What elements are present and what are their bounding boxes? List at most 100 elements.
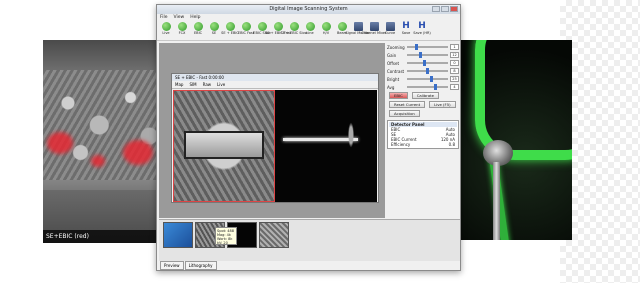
sem-texture [43, 70, 168, 180]
image-tool-raw[interactable]: Raw [203, 81, 211, 88]
slider-row: Gain 12 [387, 51, 459, 59]
slider[interactable] [407, 68, 448, 74]
control-button-acquisition[interactable]: Acquisition [389, 110, 420, 117]
control-button-reset-current[interactable]: Reset Current [389, 101, 426, 108]
slider-value[interactable]: 25 [450, 76, 459, 82]
thumbnail[interactable] [163, 222, 193, 248]
slider-handle[interactable] [429, 76, 433, 82]
toolbar-label: FCX [178, 31, 186, 35]
slider[interactable] [407, 60, 448, 66]
play-icon [161, 22, 171, 31]
slider-handle[interactable] [422, 60, 426, 66]
thumbnail[interactable] [259, 222, 289, 248]
detector-panel: Detector Panel EBIC Auto SE Auto EBIC Current… [387, 120, 459, 149]
trench [184, 131, 264, 159]
image-area[interactable] [173, 90, 377, 202]
play-icon [177, 22, 187, 31]
slider-label: Avg [387, 84, 395, 90]
transparent-background [560, 0, 640, 283]
slider-label: Gain [387, 52, 397, 58]
tab-lithography[interactable]: Lithography [184, 261, 217, 270]
slider-value[interactable]: 0 [450, 60, 459, 66]
play-icon [337, 22, 347, 31]
menu-file[interactable]: File [160, 14, 168, 21]
play-icon [241, 22, 251, 31]
ebic-red-spot [91, 155, 105, 167]
menu-help[interactable]: Help [190, 14, 200, 21]
slider-value[interactable]: 12 [450, 52, 459, 58]
toolbar-label: Save (HR) [413, 31, 431, 35]
control-panel: Zooming 1 Gain 12 Offset 0 Contrast 8 Bright 25 Av… [387, 43, 459, 218]
detector-key: Efficiency [391, 142, 411, 147]
toolbar-button-se-ebic-slow[interactable]: SE + EBIC Slow [281, 22, 308, 40]
slider[interactable] [407, 84, 448, 90]
image-caption: SE+EBIC (red) [43, 230, 168, 243]
slider-value[interactable]: 1 [450, 44, 459, 50]
mixer-icon [369, 22, 379, 31]
close-button[interactable] [450, 6, 458, 12]
slider-row: Contrast 8 [387, 67, 459, 75]
image-tool-live[interactable]: Live [217, 81, 225, 88]
play-icon [257, 22, 267, 31]
play-icon [193, 22, 203, 31]
minimize-button[interactable] [432, 6, 440, 12]
app-window: Digital Image Scanning System File View … [156, 4, 461, 271]
toolbar-button-save[interactable]: H Save [399, 22, 413, 40]
slider[interactable] [407, 76, 448, 82]
tab-preview[interactable]: Preview [160, 261, 184, 270]
image-window: SE + EBIC - Fast 0:00:00 Map SIM Raw Liv… [171, 73, 379, 203]
control-button-live-f5-[interactable]: Live (F5) [429, 101, 456, 108]
image-window-toolbar: Map SIM Raw Live [172, 81, 378, 89]
toolbar-label: Curve [384, 31, 396, 35]
slider[interactable] [407, 52, 448, 58]
toolbar-button-se[interactable]: SE [207, 22, 221, 40]
toolbar-button-curve[interactable]: Curve [383, 22, 397, 40]
menu-view[interactable]: View [174, 14, 185, 21]
image-tool-sim[interactable]: SIM [189, 81, 196, 88]
slider-row: Avg 4 [387, 83, 459, 91]
window-controls [432, 6, 458, 12]
detector-row: Efficiency 0.8 [389, 142, 457, 147]
slider-handle[interactable] [415, 44, 419, 50]
menu-bar: File View Help [157, 14, 460, 21]
toolbar-button-save-hr-[interactable]: H Save (HR) [413, 22, 431, 40]
slider-label: Zooming [387, 44, 405, 50]
slider-label: Contrast [387, 68, 405, 74]
image-window-title: SE + EBIC - Fast 0:00:00 [172, 74, 378, 81]
play-icon [273, 22, 283, 31]
curve-icon [385, 22, 395, 31]
toolbar: Live FCX EBIC SE SE + EBIC EBIC Fast EBIC Slow… [157, 21, 460, 41]
slider-value[interactable]: 8 [450, 68, 459, 74]
slider-handle[interactable] [426, 68, 430, 74]
slider[interactable] [407, 44, 448, 50]
control-buttons: EBIC Calibrate Reset Current Live (F5) Acqui… [387, 91, 459, 118]
slider-handle[interactable] [418, 52, 422, 58]
thumbnail-tooltip: Spot: 488 Mag: 4k Work: 8k kV: 20 [215, 227, 237, 245]
toolbar-button-ebic[interactable]: EBIC [191, 22, 205, 40]
slider-handle[interactable] [433, 84, 437, 90]
maximize-button[interactable] [441, 6, 449, 12]
play-icon [321, 22, 331, 31]
slider-label: Offset [387, 60, 400, 66]
play-icon [209, 22, 219, 31]
image-tool-map[interactable]: Map [175, 81, 183, 88]
thumbnail-strip [159, 219, 460, 261]
toolbar-button-fcx[interactable]: FCX [175, 22, 189, 40]
toolbar-label: Live [162, 31, 170, 35]
ebic-red-spot [47, 132, 73, 154]
toolbar-button-h-v[interactable]: H/V [319, 22, 333, 40]
play-icon [289, 22, 299, 31]
title-bar: Digital Image Scanning System [157, 5, 460, 14]
control-button-calibrate[interactable]: Calibrate [411, 92, 439, 99]
toolbar-button-line[interactable]: Line [303, 22, 317, 40]
tooltip-line: kV: 20 [217, 241, 228, 245]
toolbar-label: EBIC Fast [237, 31, 255, 35]
toolbar-button-channel-mixer[interactable]: Channel Mixer [361, 22, 387, 40]
toolbar-button-live[interactable]: Live [159, 22, 173, 40]
toolbar-button-ebic-fast[interactable]: EBIC Fast [237, 22, 255, 40]
toolbar-button-se-ebic[interactable]: SE + EBIC [221, 22, 239, 40]
toolbar-label: Save [401, 31, 411, 35]
se-image [173, 90, 275, 202]
control-button-ebic[interactable]: EBIC [389, 92, 408, 99]
slider-value[interactable]: 4 [450, 84, 459, 90]
